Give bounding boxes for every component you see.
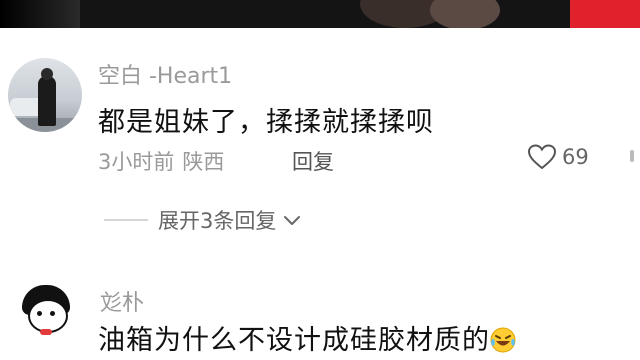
video-frame-figure-highlight: [430, 0, 500, 28]
divider-line: [104, 219, 148, 221]
comment-meta: 3小时前 陕西: [98, 146, 224, 176]
comment-text[interactable]: 都是姐妹了，揉揉就揉揉呗: [98, 100, 434, 139]
more-options-icon[interactable]: [630, 150, 634, 162]
comment-text[interactable]: 油箱为什么不设计成硅胶材质的: [98, 318, 516, 357]
comment-panel: 空白 -Heart1 都是姐妹了，揉揉就揉揉呗 3小时前 陕西 回复 69 展开3…: [0, 0, 640, 360]
comment-location: 陕西: [182, 150, 225, 174]
avatar-person-head: [41, 68, 53, 80]
laughing-tears-emoji-icon: [490, 327, 516, 353]
avatar-face: [28, 299, 68, 333]
chevron-down-icon: [284, 216, 301, 225]
expand-replies-button[interactable]: 展开3条回复: [104, 205, 302, 235]
heart-outline-icon: [528, 144, 556, 170]
like-button[interactable]: 69: [528, 144, 589, 170]
avatar[interactable]: [16, 283, 76, 343]
video-frame-shadow: [0, 0, 80, 28]
reply-button[interactable]: 回复: [292, 146, 334, 176]
avatar[interactable]: [8, 58, 82, 132]
comment-text-body: 油箱为什么不设计成硅胶材质的: [98, 325, 490, 356]
avatar-bow: [40, 329, 52, 335]
video-strip: [0, 0, 640, 28]
avatar-eye: [50, 311, 55, 316]
expand-replies-label: 展开3条回复: [158, 209, 277, 233]
avatar-eye: [37, 311, 42, 316]
comment-time: 3小时前: [98, 150, 175, 174]
comment-username[interactable]: 彣朴: [100, 285, 144, 317]
avatar-person: [38, 76, 56, 126]
like-count: 69: [562, 145, 589, 169]
comment-username[interactable]: 空白 -Heart1: [98, 58, 232, 90]
video-frame-red-area: [570, 0, 640, 28]
